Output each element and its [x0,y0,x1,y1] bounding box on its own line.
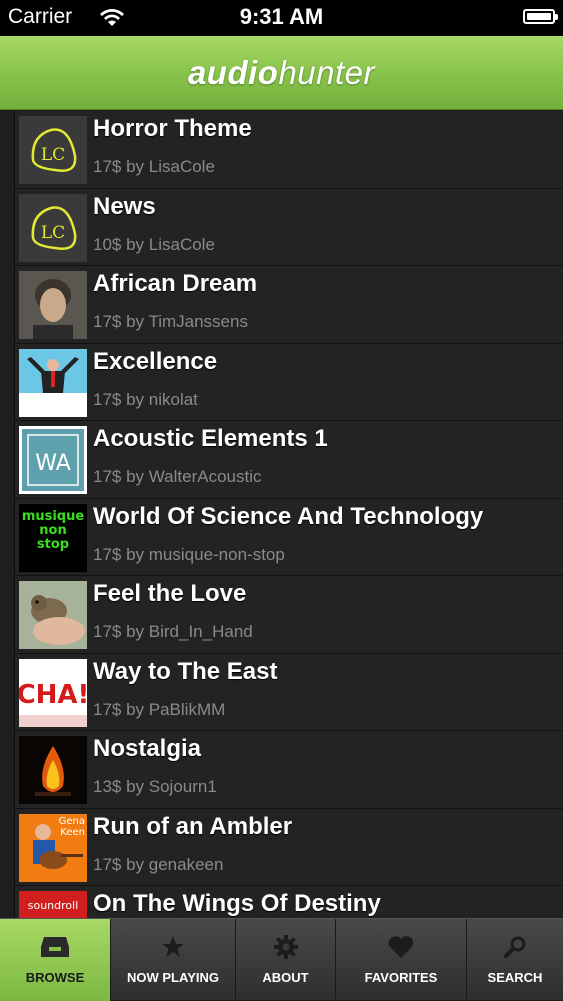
track-row[interactable]: African Dream 17$ by TimJanssens [15,266,563,344]
guitarist-photo-thumbnail: Gena Keen [19,813,87,882]
track-price-author: 17$ by Bird_In_Hand [93,622,253,641]
track-title: Excellence [93,347,218,375]
heart-icon [336,935,466,961]
app-logo: audiohunter [188,54,375,92]
brand-light: hunter [278,53,376,91]
track-list[interactable]: LC Horror Theme 17$ by LisaCole LC News … [14,111,563,918]
wa-logo-text: WA [35,451,71,476]
track-price-author: 17$ by nikolat [93,389,198,409]
tab-label: NOW PLAYING [127,970,219,985]
tab-favorites[interactable]: FAVORITES [336,919,467,1001]
track-price-author: 17$ by LisaCole [93,157,215,176]
tab-search[interactable]: SEARCH [467,919,563,1001]
musique-non-stop-thumbnail: musique non stop [19,503,87,572]
track-row[interactable]: LC News 10$ by LisaCole [15,189,563,266]
mns-text-2: non [39,523,66,538]
lc-logo-thumbnail: LC [19,116,87,184]
soundroll-text: soundroll [28,899,79,912]
track-row[interactable]: Excellence 17$ by nikolat [15,344,563,421]
track-title: Run of an Ambler [93,812,293,840]
track-title: On The Wings Of Destiny [93,890,381,917]
track-row[interactable]: soundroll On The Wings Of Destiny [15,886,563,918]
gear-icon [236,935,335,961]
track-row[interactable]: CHA! Way to The East 17$ by PaBlikMM [15,654,563,731]
battery-icon [523,9,558,24]
tab-bar: BROWSE NOW PLAYING ABOUT FAVORITES SEARC… [0,918,563,1001]
portrait-photo-thumbnail [19,271,87,339]
tab-now-playing[interactable]: NOW PLAYING [111,919,236,1001]
tab-label: SEARCH [487,970,543,985]
track-title: Way to The East [93,657,278,685]
brand-bold: audio [187,53,279,91]
track-row[interactable]: musique non stop World Of Science And Tech… [15,499,563,576]
status-bar: Carrier 9:31 AM [0,0,563,36]
tab-about[interactable]: ABOUT [236,919,336,1001]
search-icon [467,935,563,961]
bird-photo-thumbnail [19,581,87,649]
mns-text-1: musique [22,509,85,524]
soundroll-logo-thumbnail: soundroll [19,891,87,918]
track-price-author: 17$ by TimJanssens [93,312,248,331]
star-icon [111,935,235,961]
lc-logo-thumbnail: LC [19,193,87,262]
track-title: News [93,192,156,220]
tab-browse[interactable]: BROWSE [0,919,111,1001]
track-price-author: 17$ by musique-non-stop [93,544,285,564]
cha-logo-text: CHA! [19,680,87,710]
track-row[interactable]: Feel the Love 17$ by Bird_In_Hand [15,576,563,654]
track-row[interactable]: LC Horror Theme 17$ by LisaCole [15,111,563,189]
track-title: African Dream [93,270,258,297]
lc-logo-text: LC [41,145,65,165]
tab-label: BROWSE [25,970,85,985]
track-row[interactable]: WA Acoustic Elements 1 17$ by WalterAcou… [15,421,563,499]
track-title: Nostalgia [93,735,202,762]
app-header: audiohunter [0,36,563,110]
gena-text-2: Keen [60,827,85,838]
tab-label: ABOUT [262,970,309,985]
tab-label: FAVORITES [364,970,438,985]
track-row[interactable]: Nostalgia 13$ by Sojourn1 [15,731,563,809]
lc-logo-text: LC [41,223,65,243]
track-price-author: 17$ by PaBlikMM [93,699,226,719]
inbox-icon [0,935,110,961]
businessman-photo-thumbnail [19,348,87,417]
campfire-photo-thumbnail [19,736,87,804]
track-title: Feel the Love [93,580,247,607]
track-price-author: 17$ by WalterAcoustic [93,467,262,486]
track-title: World Of Science And Technology [93,502,484,530]
track-row[interactable]: Gena Keen Run of an Ambler 17$ by genakee… [15,809,563,886]
track-price-author: 10$ by LisaCole [93,234,215,254]
wa-logo-thumbnail: WA [19,426,87,494]
status-time: 9:31 AM [239,4,324,29]
mns-text-3: stop [37,537,69,552]
track-price-author: 13$ by Sojourn1 [93,777,217,796]
track-title: Horror Theme [93,115,252,142]
gena-text-1: Gena [59,816,85,827]
track-title: Acoustic Elements 1 [93,425,328,452]
cha-logo-thumbnail: CHA! [19,658,87,727]
track-price-author: 17$ by genakeen [93,854,224,874]
